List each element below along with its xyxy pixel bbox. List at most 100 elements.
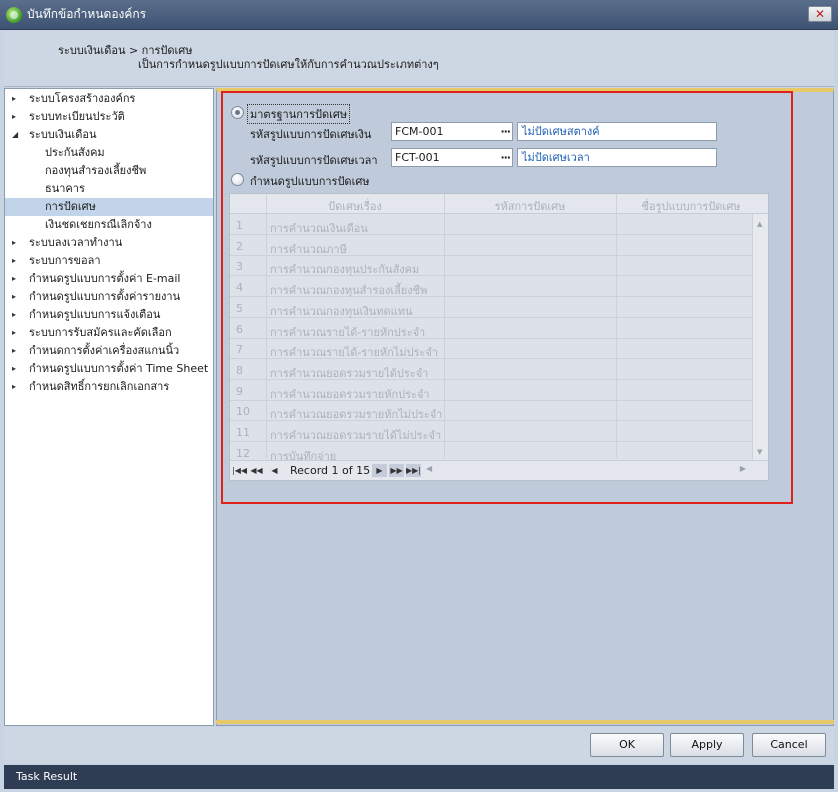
row-number: 2 <box>236 239 243 253</box>
table-row[interactable]: 10 การคำนวณยอดรวมรายหักไม่ประจำ <box>230 401 752 422</box>
table-row[interactable]: 6 การคำนวณรายได้-รายหักประจำ <box>230 319 752 339</box>
table-row[interactable]: 1 การคำนวณเงินเดือน <box>230 215 752 235</box>
row-topic: การคำนวณยอดรวมรายหักประจำ <box>270 387 430 401</box>
expand-arrow-icon[interactable]: ▸ <box>12 252 22 270</box>
expand-arrow-icon[interactable]: ▸ <box>12 360 22 378</box>
radio-custom-label[interactable]: กำหนดรูปแบบการปัดเศษ <box>250 172 370 190</box>
radio-standard[interactable] <box>231 106 244 119</box>
prev-page-group-icon[interactable]: ◀◀ <box>249 464 264 477</box>
tree-item-label: กำหนดสิทธิ์การยกเลิกเอกสาร <box>29 380 170 393</box>
tree-item[interactable]: ▸ กำหนดรูปแบบการตั้งค่ารายงาน <box>5 288 213 306</box>
radio-standard-label[interactable]: มาตรฐานการปัดเศษ <box>247 104 351 124</box>
last-page-icon[interactable]: ▶▶| <box>406 464 421 477</box>
tree-item-label: กำหนดการตั้งค่าเครื่องสแกนนิ้ว <box>29 344 180 357</box>
first-page-icon[interactable]: |◀◀ <box>232 464 247 477</box>
row-topic: การคำนวณเงินเดือน <box>270 222 368 235</box>
row-number: 10 <box>236 405 250 419</box>
expand-arrow-icon[interactable]: ▸ <box>12 324 22 342</box>
tree-item[interactable]: ▸ ระบบการขอลา <box>5 252 213 270</box>
record-counter: Record 1 of 15 <box>290 464 371 477</box>
row-topic: การคำนวณภาษี <box>270 242 347 256</box>
row-topic: การคำนวณรายได้-รายหักไม่ประจำ <box>270 346 439 360</box>
scroll-left-icon[interactable]: ◀ <box>426 464 432 473</box>
tree-item-label: กำหนดรูปแบบการแจ้งเตือน <box>29 308 161 321</box>
table-row[interactable]: 8 การคำนวณยอดรวมรายได้ประจำ <box>230 360 752 380</box>
tree-item-label: กำหนดรูปแบบการตั้งค่า E-mail <box>29 272 181 285</box>
grid-header-topic[interactable]: ปัดเศษเรื่อง <box>266 197 444 215</box>
tree-item[interactable]: ▸ กำหนดสิทธิ์การยกเลิกเอกสาร <box>5 378 213 396</box>
tree-item[interactable]: ◢ ระบบเงินเดือน <box>5 126 213 144</box>
expand-arrow-icon[interactable]: ▸ <box>12 234 22 252</box>
cancel-button[interactable]: Cancel <box>752 733 826 757</box>
row-topic: การคำนวณกองทุนเงินทดแทน <box>270 304 413 318</box>
grid-header-code[interactable]: รหัสการปัดเศษ <box>444 197 616 215</box>
tree-item[interactable]: ประกันสังคม <box>5 144 213 162</box>
tree-item-label: ระบบทะเบียนประวัติ <box>29 110 125 123</box>
tree-item-label: กำหนดรูปแบบการตั้งค่า Time Sheet <box>29 362 209 375</box>
tree-item[interactable]: เงินชดเชยกรณีเลิกจ้าง <box>5 216 213 234</box>
expand-arrow-icon[interactable]: ▸ <box>12 288 22 306</box>
prev-page-icon[interactable]: ◀ <box>267 464 282 477</box>
scroll-right-icon[interactable]: ▶ <box>740 464 746 473</box>
expand-arrow-icon[interactable]: ▸ <box>12 306 22 324</box>
table-row[interactable]: 2 การคำนวณภาษี <box>230 236 752 256</box>
money-code-field[interactable]: FCM-001 ··· <box>391 122 513 141</box>
money-code-browse-button[interactable]: ··· <box>500 123 511 140</box>
row-number: 5 <box>236 301 243 315</box>
scroll-up-icon[interactable]: ▲ <box>757 220 762 228</box>
tree-item[interactable]: ▸ กำหนดรูปแบบการตั้งค่า E-mail <box>5 270 213 288</box>
expand-arrow-icon[interactable]: ▸ <box>12 108 22 126</box>
row-number: 9 <box>236 384 243 398</box>
row-topic: การคำนวณรายได้-รายหักประจำ <box>270 325 426 339</box>
table-row[interactable]: 4 การคำนวณกองทุนสำรองเลี้ยงชีพ <box>230 277 752 298</box>
row-number: 7 <box>236 343 243 357</box>
radio-custom[interactable] <box>231 173 244 186</box>
window-titlebar: บันทึกข้อกำหนดองค์กร ✕ <box>0 0 838 30</box>
expand-arrow-icon[interactable]: ▸ <box>12 342 22 360</box>
tree-item[interactable]: กองทุนสำรองเลี้ยงชีพ <box>5 162 213 180</box>
tree-item-label: ระบบการรับสมัครและคัดเลือก <box>29 326 172 339</box>
tree-item[interactable]: ▸ ระบบการรับสมัครและคัดเลือก <box>5 324 213 342</box>
tree-item-label: กำหนดรูปแบบการตั้งค่ารายงาน <box>29 290 181 303</box>
tree-item[interactable]: ▸ กำหนดการตั้งค่าเครื่องสแกนนิ้ว <box>5 342 213 360</box>
expand-arrow-icon[interactable]: ▸ <box>12 378 22 396</box>
row-topic: การคำนวณยอดรวมรายหักไม่ประจำ <box>270 408 443 422</box>
ok-button[interactable]: OK <box>590 733 664 757</box>
grid-vertical-scrollbar[interactable]: ▲ ▼ <box>752 214 768 460</box>
time-code-browse-button[interactable]: ··· <box>500 149 511 166</box>
expand-arrow-icon[interactable]: ▸ <box>12 270 22 288</box>
tree-item[interactable]: ▸ ระบบลงเวลาทำงาน <box>5 234 213 252</box>
table-row[interactable]: 3 การคำนวณกองทุนประกันสังคม <box>230 256 752 277</box>
table-row[interactable]: 7 การคำนวณรายได้-รายหักไม่ประจำ <box>230 339 752 360</box>
grid-divider <box>266 194 267 458</box>
tree-item[interactable]: ▸ ระบบโครงสร้างองค์กร <box>5 90 213 108</box>
tree-item[interactable]: ธนาคาร <box>5 180 213 198</box>
next-page-icon[interactable]: ▶ <box>372 464 387 477</box>
row-topic: การคำนวณยอดรวมรายได้ประจำ <box>270 366 429 380</box>
collapse-arrow-icon[interactable]: ◢ <box>12 126 22 144</box>
scroll-down-icon[interactable]: ▼ <box>757 448 762 456</box>
tree-item-label: ระบบการขอลา <box>29 254 101 267</box>
time-code-value: FCT-001 <box>395 151 440 164</box>
tree-item[interactable]: ▸ ระบบทะเบียนประวัติ <box>5 108 213 126</box>
tree-item-label: ประกันสังคม <box>45 146 105 159</box>
row-number: 4 <box>236 281 243 295</box>
grid-header-name[interactable]: ชื่อรูปแบบการปัดเศษ <box>616 197 766 215</box>
tree-item[interactable]: การปัดเศษ <box>5 198 213 216</box>
tree-item[interactable]: ▸ กำหนดรูปแบบการตั้งค่า Time Sheet <box>5 360 213 378</box>
tree-item-label: ธนาคาร <box>45 182 85 195</box>
expand-arrow-icon[interactable]: ▸ <box>12 90 22 108</box>
table-row[interactable]: 9 การคำนวณยอดรวมรายหักประจำ <box>230 381 752 401</box>
tree-item[interactable]: ▸ กำหนดรูปแบบการแจ้งเตือน <box>5 306 213 324</box>
tree-item-label: กองทุนสำรองเลี้ยงชีพ <box>45 164 147 177</box>
time-code-field[interactable]: FCT-001 ··· <box>391 148 513 167</box>
table-row[interactable]: 11 การคำนวณยอดรวมรายได้ไม่ประจำ <box>230 422 752 442</box>
table-row[interactable]: 5 การคำนวณกองทุนเงินทดแทน <box>230 298 752 318</box>
close-button[interactable]: ✕ <box>808 6 832 22</box>
row-topic: การคำนวณกองทุนประกันสังคม <box>270 263 420 277</box>
apply-button[interactable]: Apply <box>670 733 744 757</box>
grid-horizontal-scrollbar[interactable]: ◀ ▶ <box>426 464 746 477</box>
grid-header: ปัดเศษเรื่อง รหัสการปัดเศษ ชื่อรูปแบบการ… <box>230 194 768 214</box>
row-number: 12 <box>236 446 250 460</box>
next-page-group-icon[interactable]: ▶▶ <box>389 464 404 477</box>
